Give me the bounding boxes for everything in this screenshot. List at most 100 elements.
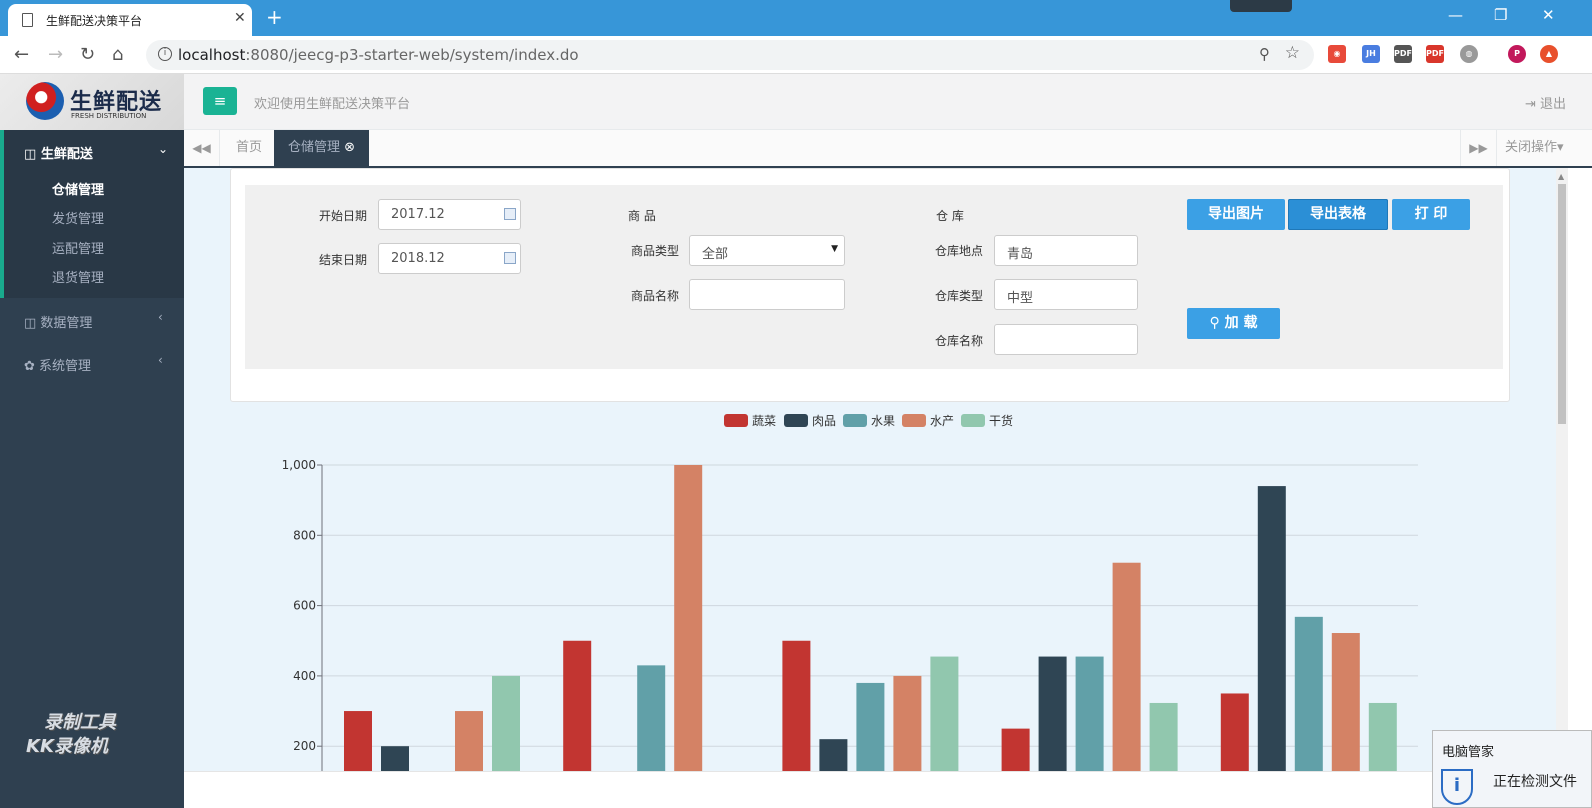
logo-subtitle: FRESH DISTRIBUTION (71, 112, 147, 120)
popup-message: 正在检测文件 (1493, 774, 1577, 790)
minimize-icon[interactable]: — (1448, 6, 1463, 24)
window-close-icon[interactable]: ✕ (1542, 6, 1555, 24)
tabs-scroll-left-icon[interactable]: ◀◀ (184, 130, 220, 166)
legend-label: 肉品 (812, 414, 837, 428)
scrollbar-thumb[interactable] (1558, 184, 1566, 424)
bar-4-3 (1149, 702, 1178, 771)
scroll-up-icon[interactable]: ▲ (1558, 172, 1564, 181)
bar-1-0 (381, 746, 409, 771)
y-tick-label: 800 (293, 528, 316, 542)
legend-item-fruit[interactable]: 水果 (843, 412, 895, 429)
warehouse-type-label: 仓库类型 (934, 289, 983, 303)
goods-type-label: 商品类型 (630, 244, 679, 258)
legend-item-meat[interactable]: 肉品 (784, 412, 836, 429)
bar-0-2 (782, 640, 811, 771)
tab-close-icon[interactable]: ⊗ (344, 140, 355, 155)
sidebar-group-fresh[interactable]: ◫ 生鲜配送 (24, 143, 93, 162)
legend-item-seafood[interactable]: 水产 (902, 412, 954, 429)
bar-4-4 (1368, 702, 1397, 771)
legend-label: 水产 (930, 414, 955, 428)
url-field[interactable]: i localhost:8080/jeecg-p3-starter-web/sy… (146, 40, 1314, 70)
legend-swatch (724, 414, 748, 427)
end-date-label: 结束日期 (318, 253, 367, 267)
y-tick-label: 1,000 (282, 458, 316, 472)
tabs-scroll-right-icon[interactable]: ▶▶ (1460, 130, 1496, 166)
start-date-value: 2017.12 (391, 207, 445, 222)
bar-2-1 (637, 665, 666, 771)
legend-label: 干货 (989, 414, 1014, 428)
extension-icon[interactable]: ◉ (1328, 45, 1346, 63)
end-date-value: 2018.12 (391, 251, 445, 266)
close-tab-icon[interactable]: ✕ (234, 10, 246, 26)
audio-meter-icon (1230, 0, 1292, 12)
extension-jh-icon[interactable]: JH (1362, 45, 1380, 63)
scrollbar[interactable]: ▲ (1556, 168, 1568, 771)
tab-storage[interactable]: 仓储管理 ⊗ (274, 130, 370, 166)
calendar-icon[interactable] (504, 208, 516, 220)
page-tabs: ◀◀ 首页 仓储管理 ⊗ ▶▶ 关闭操作▾ (184, 130, 1592, 168)
forward-icon[interactable]: → (48, 44, 63, 65)
notification-popup[interactable]: 电脑管家 i 正在检测文件 (1432, 730, 1592, 808)
start-date-input[interactable]: 2017.12 (378, 199, 521, 230)
load-button[interactable]: ⚲ 加 载 (1187, 308, 1280, 339)
calendar-icon[interactable] (504, 252, 516, 264)
warehouse-type-input[interactable]: 中型 (994, 279, 1138, 310)
new-tab-button[interactable]: + (266, 5, 283, 29)
bookmark-star-icon[interactable]: ☆ (1285, 43, 1300, 63)
site-info-icon[interactable]: i (158, 47, 172, 61)
extension-pdf-red-icon[interactable]: PDF (1426, 45, 1444, 63)
goods-type-select[interactable]: 全部 ▼ (689, 235, 845, 266)
zoom-icon[interactable]: ⚲ (1259, 45, 1270, 63)
bar-4-0 (492, 675, 520, 771)
sidebar-group-system[interactable]: ✿ 系统管理 (24, 355, 91, 374)
warehouse-name-label: 仓库名称 (934, 334, 983, 348)
legend-swatch (784, 414, 808, 427)
goods-name-input[interactable] (689, 279, 845, 310)
watermark-line2: KK录像机 (26, 736, 108, 757)
start-date-label: 开始日期 (318, 209, 367, 223)
sidebar-item-storage[interactable]: 仓储管理 (52, 179, 104, 198)
print-button[interactable]: 打 印 (1392, 199, 1470, 230)
warehouse-name-input[interactable] (994, 324, 1138, 355)
sidebar: 生鲜配送 FRESH DISTRIBUTION ◫ 生鲜配送 ⌄ 仓储管理 发货… (0, 74, 184, 808)
legend-label: 蔬菜 (752, 414, 777, 428)
extension-globe-icon[interactable]: ◍ (1460, 45, 1478, 63)
export-image-button[interactable]: 导出图片 (1187, 199, 1285, 230)
bar-3-2 (893, 675, 922, 771)
bar-0-4 (1220, 693, 1249, 771)
tab-home[interactable]: 首页 (222, 130, 276, 166)
menu-toggle-button[interactable]: ≡ (203, 87, 237, 115)
sidebar-group-label: 数据管理 (40, 316, 93, 331)
restore-icon[interactable]: ❐ (1494, 6, 1507, 24)
back-icon[interactable]: ← (14, 44, 29, 65)
end-date-input[interactable]: 2018.12 (378, 243, 521, 274)
legend-item-dried[interactable]: 干货 (961, 412, 1013, 429)
document-icon (22, 13, 33, 27)
sidebar-item-shipping[interactable]: 发货管理 (52, 208, 104, 227)
bar-1-4 (1257, 486, 1286, 771)
goods-section-label: 商 品 (628, 209, 656, 223)
sidebar-group-data[interactable]: ◫ 数据管理 (24, 312, 92, 331)
warehouse-section-label: 仓 库 (936, 209, 964, 223)
welcome-text: 欢迎使用生鲜配送决策平台 (254, 97, 411, 112)
home-icon[interactable]: ⌂ (112, 44, 123, 65)
chevron-down-icon: ⌄ (158, 142, 169, 156)
sidebar-item-returns[interactable]: 退货管理 (52, 267, 104, 286)
warehouse-location-input[interactable]: 青岛 (994, 235, 1138, 266)
top-header: ≡ 欢迎使用生鲜配送决策平台 ⇥ 退出 (184, 74, 1592, 130)
address-bar: ← → ↻ ⌂ i localhost:8080/jeecg-p3-starte… (0, 36, 1592, 74)
legend-item-vegetables[interactable]: 蔬菜 (724, 412, 776, 429)
browser-tab[interactable]: 生鲜配送决策平台 ✕ (8, 4, 252, 36)
logout-link[interactable]: ⇥ 退出 (1525, 93, 1566, 112)
sidebar-item-delivery[interactable]: 运配管理 (52, 238, 104, 257)
tab-storage-label: 仓储管理 (288, 140, 341, 155)
reload-icon[interactable]: ↻ (80, 44, 95, 65)
close-operations-dropdown[interactable]: 关闭操作▾ (1496, 130, 1592, 166)
export-table-button[interactable]: 导出表格 (1288, 199, 1388, 230)
extension-update-icon[interactable]: ▲ (1540, 45, 1558, 63)
footer-strip (184, 771, 1592, 808)
chevron-left-icon: ‹ (158, 353, 163, 367)
profile-avatar[interactable]: P (1508, 45, 1526, 63)
sidebar-group-label: 系统管理 (39, 359, 92, 374)
extension-pdf-icon[interactable]: PDF (1394, 45, 1412, 63)
